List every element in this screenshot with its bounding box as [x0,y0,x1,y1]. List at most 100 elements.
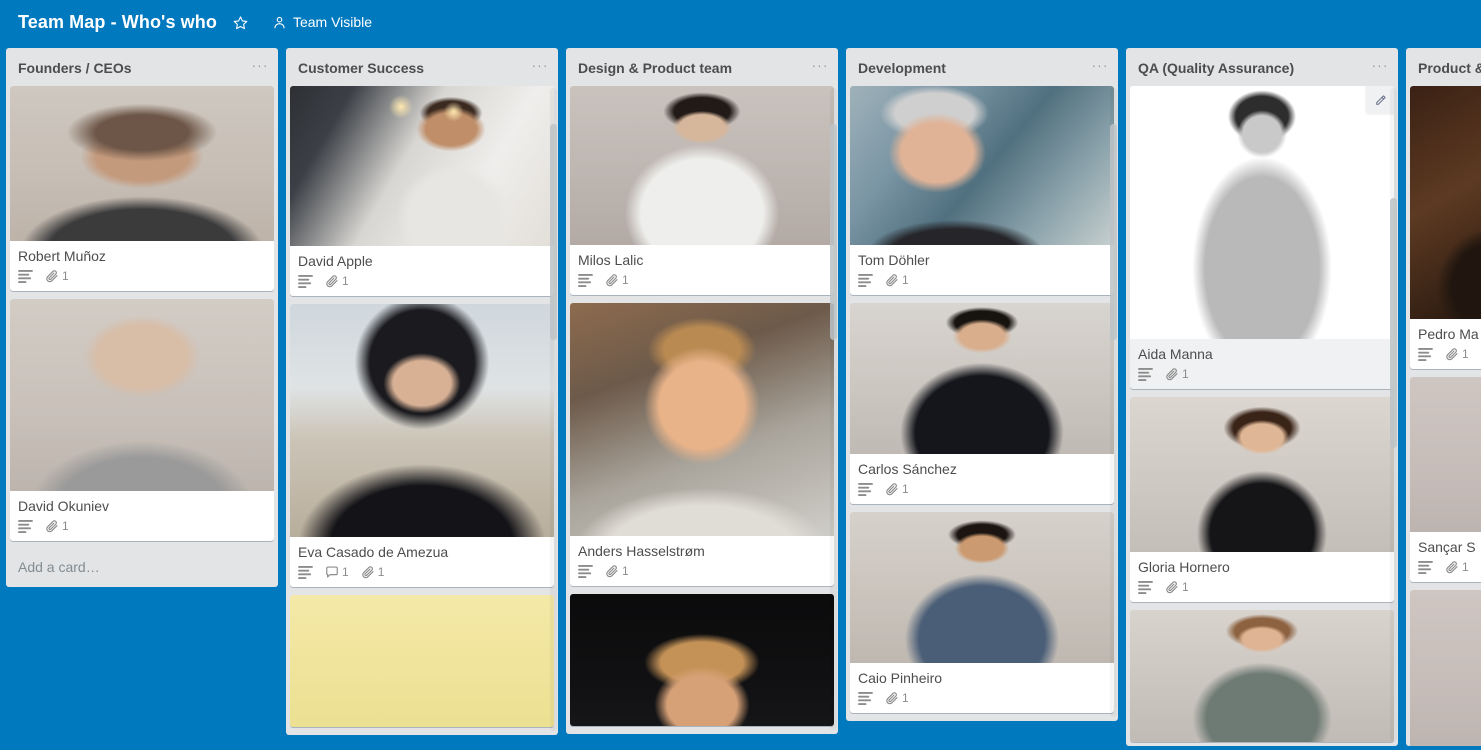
list-menu-button[interactable]: ··· [810,58,830,78]
card-badge-description [298,274,313,288]
card-body: Robert Muñoz 1 [10,241,274,291]
card-list[interactable]: Pedro Ma 1 Sançar S 1 [1406,86,1481,746]
card-body: David Apple 1 [290,246,554,296]
list-design-product[interactable]: Design & Product team ··· Milos Lalic 1 [566,44,838,746]
attachment-count: 1 [62,519,69,533]
card-body: David Okuniev 1 [10,491,274,541]
attachment-icon [605,273,619,287]
card-cover-image [290,304,554,537]
description-icon [298,565,313,579]
card-cover-image [570,594,834,726]
list: Design & Product team ··· Milos Lalic 1 [566,48,838,734]
list-customer-success[interactable]: Customer Success ··· David Apple 1 Eva C… [286,44,558,746]
list-title[interactable]: Product & [1414,58,1481,78]
card[interactable]: Eva Casado de Amezua 1 1 [290,304,554,587]
card[interactable]: Robert Muñoz 1 [10,86,274,291]
card-badge-attachments: 1 [1165,367,1189,381]
card-cover-image [570,303,834,536]
card-badge-attachments: 1 [885,482,909,496]
card[interactable]: Gloria Hornero 1 [1130,397,1394,602]
list-title[interactable]: Development [854,58,1090,78]
card-title: Anders Hasselstrøm [578,543,705,559]
description-icon [578,564,593,578]
attachment-count: 1 [902,691,909,705]
card-badge-attachments: 1 [1445,347,1469,361]
attachment-icon [325,274,339,288]
card-badge-attachments: 1 [1165,580,1189,594]
add-a-card-button[interactable]: Add a card… [6,549,278,587]
card[interactable] [570,594,834,726]
card[interactable]: David Okuniev 1 [10,299,274,541]
list: QA (Quality Assurance) ··· Aida Manna 1 [1126,48,1398,746]
card-body: Gloria Hornero 1 [1130,552,1394,602]
card-title: Sançar S [1418,539,1476,555]
list-title[interactable]: QA (Quality Assurance) [1134,58,1370,78]
card-badge-attachments: 1 [885,273,909,287]
board-title[interactable]: Team Map - Who's who [12,9,225,36]
card-title: David Okuniev [18,498,110,514]
list-scrollbar-thumb[interactable] [830,124,837,340]
card[interactable]: Caio Pinheiro 1 [850,512,1114,713]
card-body: Pedro Ma 1 [1410,319,1481,369]
card[interactable]: Tom Döhler 1 [850,86,1114,295]
list-menu-button[interactable]: ··· [1370,58,1390,78]
card-badge-attachments: 1 [45,269,69,283]
card-title: Tom Döhler [858,252,930,268]
card[interactable]: David Apple 1 [290,86,554,296]
attachment-icon [885,482,899,496]
list-scrollbar-thumb[interactable] [1390,198,1397,448]
comment-icon [325,565,339,579]
list-qa[interactable]: QA (Quality Assurance) ··· Aida Manna 1 [1126,44,1398,746]
card[interactable] [1410,590,1481,746]
list-founders[interactable]: Founders / CEOs ··· Robert Muñoz 1 David… [6,44,278,746]
card-title: Eva Casado de Amezua [298,544,449,560]
description-icon [1138,580,1153,594]
card[interactable] [1130,610,1394,742]
board-visibility-label: Team Visible [292,14,373,30]
list-development[interactable]: Development ··· Tom Döhler 1 Carlos Sánc… [846,44,1118,746]
card[interactable]: Carlos Sánchez 1 [850,303,1114,504]
card-title: David Apple [298,253,373,269]
person-icon [272,15,287,30]
card-list[interactable]: Milos Lalic 1 Anders Hasselstrøm 1 [566,86,838,734]
card-list[interactable]: Aida Manna 1 Gloria Hornero 1 [1126,86,1398,746]
card-body: Milos Lalic 1 [570,245,834,295]
card-list[interactable]: Robert Muñoz 1 David Okuniev 1 [6,86,278,549]
card-body: Carlos Sánchez 1 [850,454,1114,504]
card[interactable]: Aida Manna 1 [1130,86,1394,389]
card-badges: 1 [1138,363,1386,387]
list-menu-button[interactable]: ··· [1090,58,1110,78]
attachment-count: 1 [622,273,629,287]
list-product-and[interactable]: Product & ··· Pedro Ma 1 San [1406,44,1481,746]
attachment-icon [361,565,375,579]
list-menu-button[interactable]: ··· [250,58,270,78]
card-cover-image [1130,86,1394,339]
board-canvas[interactable]: Founders / CEOs ··· Robert Muñoz 1 David… [0,44,1481,750]
card-list[interactable]: Tom Döhler 1 Carlos Sánchez 1 Caio Pinhe… [846,86,1118,721]
card-list[interactable]: David Apple 1 Eva Casado de Amezua 1 1 [286,86,558,735]
card[interactable]: Sançar S 1 [1410,377,1481,582]
card-cover-image [1410,590,1481,746]
list-title[interactable]: Customer Success [294,58,530,78]
card[interactable] [290,595,554,727]
card-badge-description [18,269,33,283]
card-badges: 1 [858,478,1106,502]
card[interactable]: Milos Lalic 1 [570,86,834,295]
list-title[interactable]: Design & Product team [574,58,810,78]
attachment-count: 1 [1182,580,1189,594]
list-scrollbar-thumb[interactable] [550,124,557,340]
card-body: Tom Döhler 1 [850,245,1114,295]
card-badges: 1 [18,265,266,289]
card-badge-attachments: 1 [1445,560,1469,574]
card-cover-image [1410,377,1481,532]
list-title[interactable]: Founders / CEOs [14,58,250,78]
list-menu-button[interactable]: ··· [530,58,550,78]
star-board-button[interactable] [225,7,256,37]
card-badge-attachments: 1 [45,519,69,533]
card-body: Sançar S 1 [1410,532,1481,582]
list-scrollbar-thumb[interactable] [1110,124,1117,340]
card[interactable]: Pedro Ma 1 [1410,86,1481,369]
board-visibility-button[interactable]: Team Visible [264,7,380,37]
card[interactable]: Anders Hasselstrøm 1 [570,303,834,586]
card-cover-image [290,595,554,727]
